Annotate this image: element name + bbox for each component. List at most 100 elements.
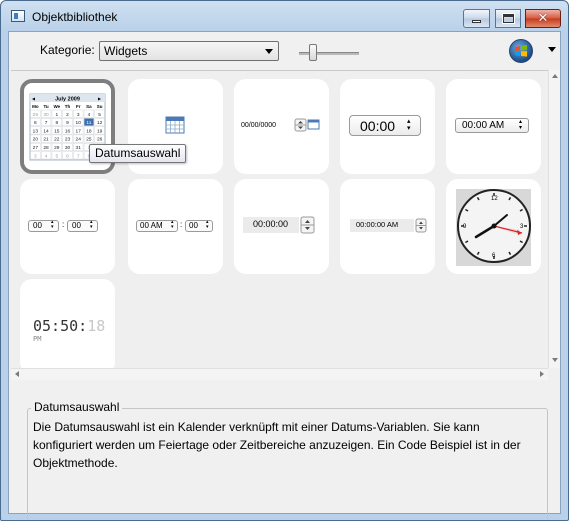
calendar-day: 12 [97,120,103,126]
chevron-down-icon [265,49,273,54]
calendar-weekday: Sa [86,104,92,109]
title-bar[interactable]: Objektbibliothek ✕ [1,1,568,31]
zoom-slider-track[interactable] [299,52,359,55]
window-app-icon [11,10,25,22]
minute-dropdown: 00 ▴ ▾ [67,220,98,232]
minimize-button[interactable] [463,9,490,28]
minute-dropdown: 00 ▴ ▾ [185,220,213,232]
close-button[interactable]: ✕ [525,9,561,28]
spinner-arrows-icon: ▴ ▾ [171,219,174,230]
options-menu-arrow-icon[interactable] [548,47,556,52]
vertical-scrollbar[interactable] [548,70,560,368]
calendar-day: 17 [76,128,82,134]
close-icon: ✕ [537,11,549,26]
svg-text:◂: ◂ [32,96,35,103]
minute-value: 00 [72,221,81,230]
maximize-icon [501,13,515,24]
calendar-day: 11 [86,120,91,126]
maximize-button[interactable] [495,9,521,28]
svg-text:12: 12 [491,196,498,202]
time-ampm-stepper-icon [415,218,427,233]
date-field-controls [294,118,320,132]
tooltip: Datumsauswahl [89,144,187,163]
calendar-day: 8 [55,120,58,126]
minimize-icon [472,20,481,23]
scroll-up-icon[interactable] [552,74,558,78]
widget-tile-time-ampm[interactable]: 00:00 AM ▴ ▾ [446,79,541,174]
scroll-left-icon[interactable] [15,371,19,377]
scroll-down-icon[interactable] [552,358,558,362]
calendar-day: 24 [76,137,82,143]
calendar-day: 28 [43,145,49,151]
horizontal-scrollbar[interactable] [11,368,548,380]
calendar-day: 5 [55,153,58,159]
calendar-day: 31 [76,145,82,151]
widget-tile-analog-clock[interactable]: 12 3 6 9 [446,179,541,274]
digital-clock-time: 05:50: [33,317,88,335]
widget-tile-time-large[interactable]: 00:00 ▴ ▾ [340,79,435,174]
hour-ampm-value: 00 AM [140,221,163,230]
calendar-day: 1 [55,112,58,118]
time-field-stepper-icon [300,216,315,234]
calendar-day: 26 [97,137,103,143]
calendar-day: 4 [45,153,48,159]
windows-logo-icon[interactable] [509,39,533,63]
client-area: Kategorie: Widgets ◂ ▸ July 2009 Mo Tu W… [8,31,561,520]
spinner-arrows-icon: ▴ ▾ [519,119,523,131]
spinner-arrows-icon: ▴ ▾ [407,118,411,132]
widget-tile-time-field[interactable]: 00:00:00 [234,179,329,274]
calendar-day: 30 [65,145,71,151]
calendar-day: 30 [43,112,49,118]
analog-clock-icon: 12 3 6 9 [456,189,531,266]
calendar-weekday: Fr [76,104,81,109]
calendar-day: 6 [34,120,37,126]
calendar-day: 7 [45,120,48,126]
widget-tile-hour-ampm-minute[interactable]: 00 AM ▴ ▾ : 00 ▴ ▾ [128,179,223,274]
scroll-right-icon[interactable] [540,371,544,377]
digital-clock-seconds: 18 [87,317,106,335]
calendar-day: 14 [43,128,49,134]
calendar-weekday: Tu [43,104,48,109]
spinner-arrows-icon: ▴ ▾ [51,219,54,230]
calendar-day: 5 [98,112,101,118]
category-label: Kategorie: [40,43,95,57]
calendar-day: 13 [33,128,39,134]
calendar-day: 16 [65,128,71,134]
calendar-day: 2 [66,112,69,118]
calendar-day: 6 [66,153,69,159]
hour-ampm-dropdown: 00 AM ▴ ▾ [136,220,178,232]
calendar-day: 25 [86,137,92,143]
digital-clock-ampm: PM [33,335,42,343]
calendar-day: 4 [88,112,91,118]
time-separator: : [62,220,65,229]
minute-value: 00 [189,221,198,230]
calendar-day: 27 [33,145,39,151]
time-ampm-field: 00:00 AM ▴ ▾ [455,118,529,133]
widget-tile-time-field-ampm[interactable]: 00:00:00 AM [340,179,435,274]
hour-value: 00 [33,221,42,230]
widget-tile-hour-minute[interactable]: 00 ▴ ▾ : 00 ▴ ▾ [20,179,115,274]
calendar-day: 3 [77,112,80,118]
digital-clock-display: 05:50:18 PM [33,317,115,353]
svg-text:▸: ▸ [98,96,101,103]
calendar-day: 7 [77,153,80,159]
calendar-day: 10 [76,120,82,126]
windows-flag-icon [515,45,527,57]
calendar-month-label: July 2009 [55,97,80,103]
toolbar: Kategorie: Widgets [9,32,560,70]
object-library-window: Objektbibliothek ✕ Kategorie: Widgets ◂ … [0,0,569,521]
description-text: Die Datumsauswahl ist ein Kalender verkn… [33,420,521,470]
widget-grid: ◂ ▸ July 2009 Mo Tu We Th Fr Sa Su 29 30 1 2 3 4 5 6 7… [11,70,548,374]
description-title: Datumsauswahl [31,400,123,414]
calendar-day: 21 [43,137,49,143]
calendar-weekday: Th [65,104,71,109]
calendar-weekday: Su [97,104,103,109]
widget-tile-digital-clock[interactable]: 05:50:18 PM [20,279,115,374]
category-dropdown[interactable]: Widgets [99,41,279,61]
calendar-day: 29 [54,145,60,151]
zoom-slider-thumb[interactable] [309,44,317,61]
widget-tile-date-field[interactable]: 00/00/0000 [234,79,329,174]
calendar-day: 22 [54,137,60,143]
calendar-day: 9 [66,120,69,126]
time-ampm-value: 00:00 AM [462,120,505,131]
